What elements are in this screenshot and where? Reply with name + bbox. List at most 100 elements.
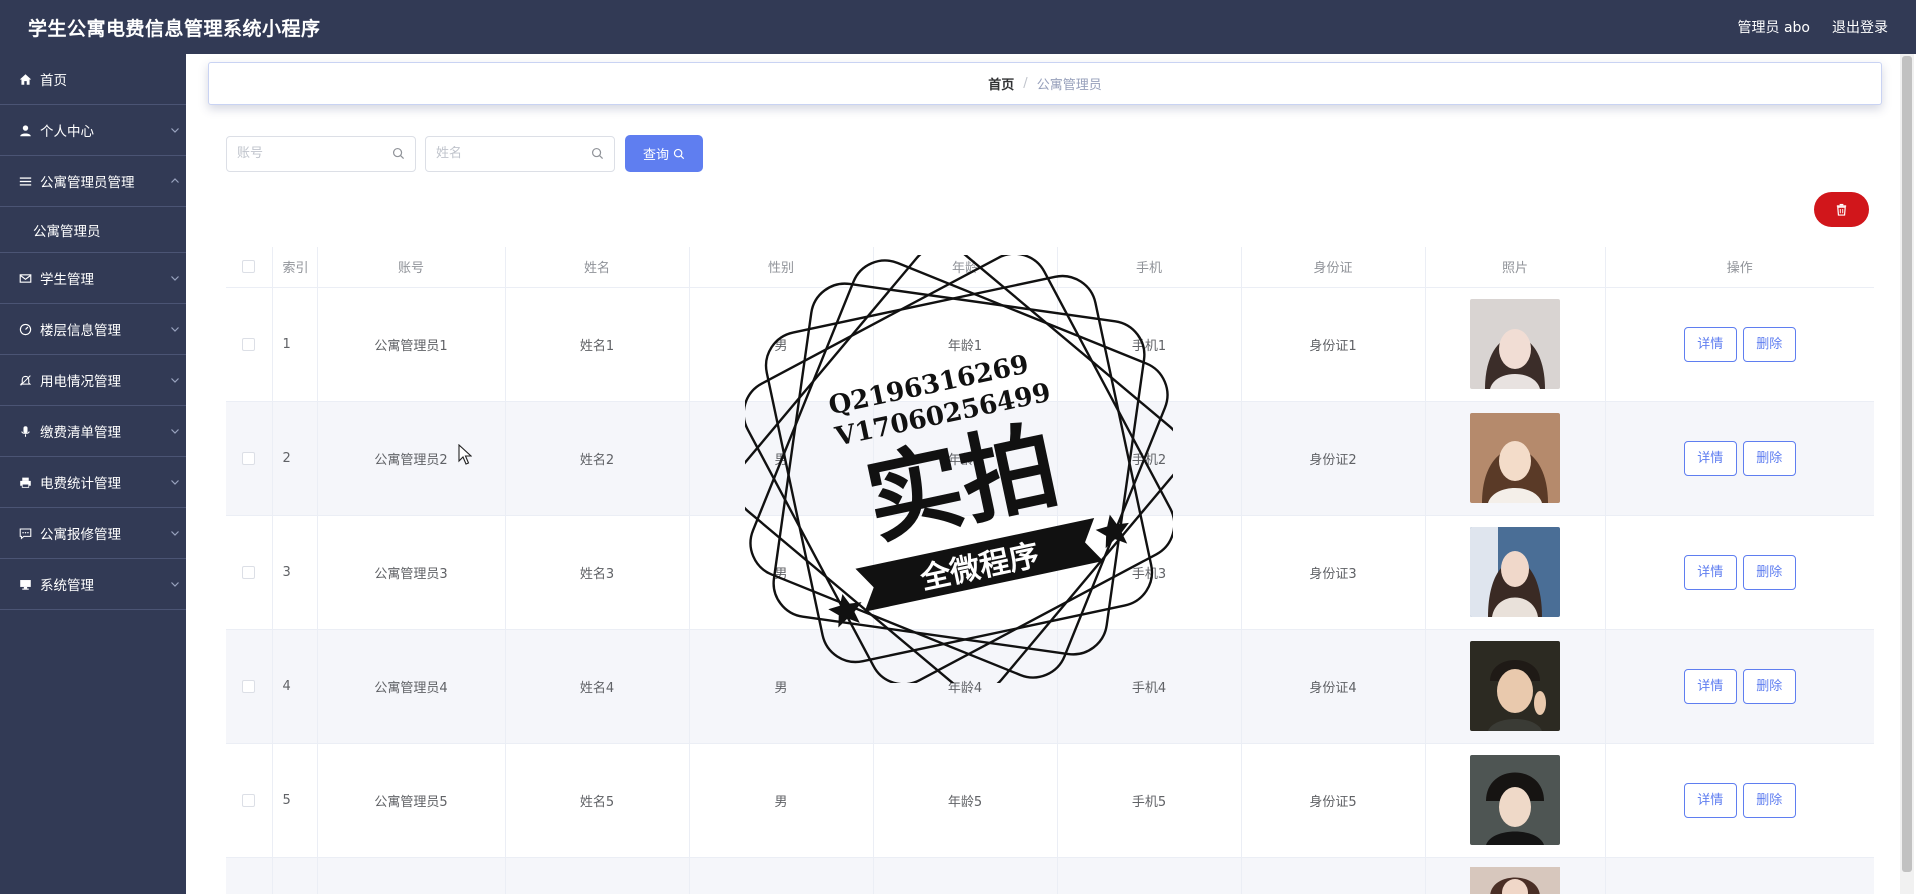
chevron-down-icon (171, 531, 179, 536)
delete-button[interactable]: 删除 (1742, 554, 1796, 590)
actions-cell: 详情 删除 (1605, 629, 1874, 744)
id-card-cell (1241, 857, 1426, 894)
chevron-down-icon (171, 276, 179, 281)
sidebar-item-home[interactable]: 首页 (0, 54, 186, 105)
row-checkbox[interactable] (242, 337, 256, 351)
user-icon (18, 123, 32, 137)
column-header: 索引 (272, 247, 318, 288)
scrollbar-thumb[interactable] (1902, 56, 1912, 872)
column-header: 年龄 (873, 247, 1058, 288)
sidebar-item-label: 公寓管理员管理 (40, 175, 135, 191)
sidebar-item-payment-list-management[interactable]: 缴费清单管理 (0, 406, 186, 457)
delete-button[interactable]: 删除 (1742, 668, 1796, 704)
sidebar-item-label: 电费统计管理 (40, 476, 121, 492)
row-select-cell (226, 629, 273, 744)
search-icon (673, 148, 685, 159)
name-search-field (425, 135, 615, 172)
detail-button[interactable]: 详情 (1683, 782, 1737, 818)
avatar (1470, 755, 1560, 845)
search-bar: 查询 (226, 135, 703, 172)
bell-icon (18, 373, 32, 387)
actions-cell: 详情 删除 (1605, 287, 1874, 402)
delete-button[interactable]: 删除 (1742, 782, 1796, 818)
account-search-field (226, 135, 416, 172)
index-cell: 5 (272, 743, 318, 858)
sidebar-subitem-apartment-admin[interactable]: 公寓管理员 (0, 207, 186, 253)
dashboard-icon (18, 322, 32, 336)
sidebar: 首页 个人中心 公寓管理员管理 公寓管理员 学生管理 楼层信息管理 用电情况管理… (0, 54, 186, 894)
gender-cell: 男 (689, 629, 874, 744)
delete-button[interactable]: 删除 (1742, 440, 1796, 476)
table-header-row: 索引 账号 姓名 性别 年龄 手机 身份证 照片 操作 (226, 247, 1874, 288)
breadcrumb-home[interactable]: 首页 (988, 74, 1014, 93)
sidebar-item-label: 公寓报修管理 (40, 527, 121, 543)
search-icon (392, 147, 405, 160)
phone-cell: 手机4 (1057, 629, 1242, 744)
detail-button[interactable]: 详情 (1683, 326, 1737, 362)
select-all-checkbox[interactable] (242, 260, 256, 274)
chevron-down-icon (171, 128, 179, 133)
chevron-down-icon (171, 480, 179, 485)
index-cell: 1 (272, 287, 318, 402)
sidebar-item-electricity-usage-management[interactable]: 用电情况管理 (0, 355, 186, 406)
row-checkbox[interactable] (242, 679, 256, 693)
delete-button[interactable]: 删除 (1742, 326, 1796, 362)
name-cell (505, 857, 690, 894)
sidebar-item-system-management[interactable]: 系统管理 (0, 559, 186, 610)
actions-cell: 详情 删除 (1605, 743, 1874, 858)
list-icon (18, 174, 32, 188)
index-cell (272, 857, 318, 894)
photo-cell (1425, 287, 1606, 402)
row-checkbox[interactable] (242, 565, 256, 579)
phone-cell: 手机2 (1057, 401, 1242, 516)
sidebar-item-apartment-repair-management[interactable]: 公寓报修管理 (0, 508, 186, 559)
sidebar-item-student-management[interactable]: 学生管理 (0, 253, 186, 304)
column-header: 操作 (1605, 247, 1874, 288)
detail-button[interactable]: 详情 (1683, 440, 1737, 476)
account-cell: 公寓管理员1 (317, 287, 506, 402)
batch-delete-button[interactable] (1814, 192, 1869, 227)
top-bar: 学生公寓电费信息管理系统小程序 管理员 abo 退出登录 (0, 0, 1916, 54)
table-row: 2 公寓管理员2 姓名2 男 年龄2 手机2 身份证2 详情 删除 (226, 401, 1874, 516)
page-scrollbar[interactable] (1900, 54, 1914, 894)
user-label[interactable]: 管理员 abo (1738, 17, 1810, 37)
name-cell: 姓名5 (505, 743, 690, 858)
row-select-cell (226, 287, 273, 402)
account-cell: 公寓管理员4 (317, 629, 506, 744)
gender-cell (689, 857, 874, 894)
sidebar-item-floor-info-management[interactable]: 楼层信息管理 (0, 304, 186, 355)
table-row: 1 公寓管理员1 姓名1 男 年龄1 手机1 身份证1 详情 删除 (226, 287, 1874, 402)
sidebar-item-apartment-admin-management[interactable]: 公寓管理员管理 (0, 156, 186, 207)
sidebar-subitem-label: 公寓管理员 (33, 223, 101, 240)
sidebar-item-electricity-statistics-management[interactable]: 电费统计管理 (0, 457, 186, 508)
chevron-down-icon (171, 327, 179, 332)
account-cell (317, 857, 506, 894)
index-cell: 3 (272, 515, 318, 630)
header-actions: 管理员 abo 退出登录 (1738, 17, 1888, 37)
column-header: 账号 (317, 247, 506, 288)
column-header: 姓名 (505, 247, 690, 288)
logout-link[interactable]: 退出登录 (1832, 17, 1888, 37)
account-cell: 公寓管理员2 (317, 401, 506, 516)
main-content: 首页 / 公寓管理员 查询 索引 账号 姓名 性别 (186, 54, 1898, 894)
photo-cell (1425, 515, 1606, 630)
name-search-input[interactable] (436, 146, 576, 161)
search-icon (591, 147, 604, 160)
avatar (1470, 641, 1560, 731)
name-cell: 姓名3 (505, 515, 690, 630)
name-cell: 姓名1 (505, 287, 690, 402)
avatar (1470, 527, 1560, 617)
row-checkbox[interactable] (242, 793, 256, 807)
detail-button[interactable]: 详情 (1683, 554, 1737, 590)
age-cell: 年龄4 (873, 629, 1058, 744)
account-search-input[interactable] (237, 146, 377, 161)
actions-cell: 详情 删除 (1605, 515, 1874, 630)
sidebar-item-label: 缴费清单管理 (40, 425, 121, 441)
sidebar-item-profile[interactable]: 个人中心 (0, 105, 186, 156)
gender-cell: 男 (689, 287, 874, 402)
avatar (1470, 413, 1560, 503)
detail-button[interactable]: 详情 (1683, 668, 1737, 704)
photo-cell (1425, 743, 1606, 858)
query-button[interactable]: 查询 (625, 135, 703, 172)
row-checkbox[interactable] (242, 451, 256, 465)
